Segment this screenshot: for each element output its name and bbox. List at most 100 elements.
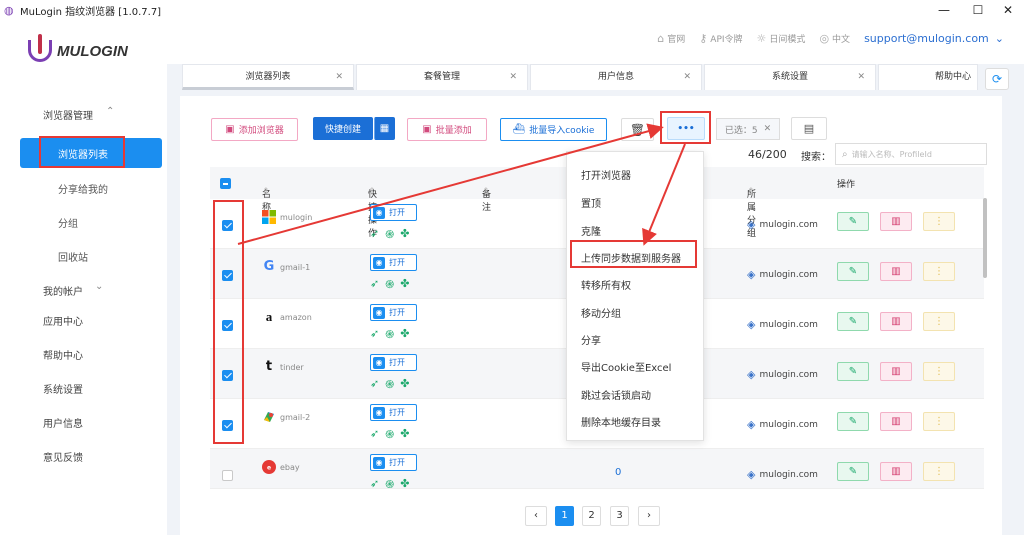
batch-add-button[interactable]: ▣ 批量添加 (407, 118, 487, 141)
add-browser-button[interactable]: ▣ 添加浏览器 (211, 118, 298, 141)
fingerprint-icon[interactable]: ֍ (385, 377, 394, 392)
sidebar-item-browser-management[interactable]: 浏览器管理 (43, 107, 93, 122)
open-browser-button[interactable]: ◉ 打开 (370, 304, 417, 321)
sidebar-item-groups[interactable]: 分组 (58, 215, 78, 230)
puzzle-icon[interactable]: ✤ (400, 327, 409, 342)
rocket-icon[interactable]: ➶ (370, 377, 379, 392)
rocket-icon[interactable]: ➶ (370, 227, 379, 242)
puzzle-icon[interactable]: ✤ (400, 277, 409, 292)
edit-button[interactable]: ✎ (837, 262, 869, 281)
quick-create-menu-button[interactable]: ▦ (374, 117, 395, 140)
sidebar-item-my-account[interactable]: 我的帐户 (43, 283, 83, 298)
tab-plan-management[interactable]: 套餐管理 ✕ (356, 64, 528, 90)
close-icon[interactable]: ✕ (335, 65, 343, 89)
chevron-down-icon[interactable]: ⌄ (995, 32, 1004, 45)
table-scrollbar[interactable] (983, 198, 987, 278)
fingerprint-icon[interactable]: ֍ (385, 427, 394, 442)
official-site-link[interactable]: ⌂ 官网 (657, 32, 685, 45)
page-1-button[interactable]: 1 (555, 506, 574, 526)
tab-user-info[interactable]: 用户信息 ✕ (530, 64, 702, 90)
next-page-button[interactable]: › (638, 506, 660, 526)
close-icon[interactable]: ✕ (509, 65, 517, 89)
sort-icon[interactable]: ⇕ (368, 187, 376, 197)
minimize-button[interactable]: — (926, 0, 962, 20)
row-more-button[interactable]: ⋮ (923, 312, 955, 331)
sidebar-item-app-center[interactable]: 应用中心 (43, 313, 83, 328)
delete-row-button[interactable]: ▥ (880, 212, 912, 231)
clear-selection-icon[interactable]: ✕ (764, 124, 772, 134)
day-mode-toggle[interactable]: ☼ 日间模式 (757, 32, 806, 45)
sidebar-item-recycle-bin[interactable]: 回收站 (58, 249, 88, 264)
menu-item-clone[interactable]: 克隆 (581, 223, 601, 238)
row-more-button[interactable]: ⋮ (923, 212, 955, 231)
menu-item-share[interactable]: 分享 (581, 332, 601, 347)
close-window-button[interactable]: ✕ (990, 0, 1024, 20)
account-email[interactable]: support@mulogin.com (864, 32, 989, 45)
puzzle-icon[interactable]: ✤ (400, 227, 409, 242)
delete-row-button[interactable]: ▥ (880, 312, 912, 331)
chevron-down-icon[interactable]: ⌄ (95, 281, 103, 292)
tab-browser-list[interactable]: 浏览器列表 ✕ (182, 64, 354, 90)
menu-item-open-browser[interactable]: 打开浏览器 (581, 167, 631, 182)
menu-item-transfer-ownership[interactable]: 转移所有权 (581, 277, 631, 292)
menu-item-export-cookie[interactable]: 导出Cookie至Excel (581, 359, 671, 374)
row-more-button[interactable]: ⋮ (923, 412, 955, 431)
refresh-icon[interactable]: ⟳ (985, 68, 1009, 90)
delete-row-button[interactable]: ▥ (880, 412, 912, 431)
page-2-button[interactable]: 2 (582, 506, 601, 526)
api-token-link[interactable]: ⚷ API令牌 (699, 32, 742, 45)
delete-row-button[interactable]: ▥ (880, 362, 912, 381)
sidebar-item-system-settings[interactable]: 系统设置 (43, 381, 83, 396)
close-icon[interactable]: ✕ (683, 65, 691, 89)
rocket-icon[interactable]: ➶ (370, 327, 379, 342)
fingerprint-icon[interactable]: ֍ (385, 477, 394, 488)
sort-icon[interactable]: ⇕ (262, 187, 270, 197)
search-input[interactable]: ⌕ 请输入名称、ProfileId (835, 143, 987, 165)
table-row[interactable]: e ebay ◉ 打开 ➶ ֍ ✤ 0 ◈ mulogin.com ✎ ▥ ⋮ (210, 449, 984, 489)
sidebar-item-shared[interactable]: 分享给我的 (58, 181, 108, 196)
rocket-icon[interactable]: ➶ (370, 427, 379, 442)
chevron-up-icon[interactable]: ⌃ (106, 106, 114, 117)
menu-item-move-group[interactable]: 移动分组 (581, 305, 621, 320)
fingerprint-icon[interactable]: ֍ (385, 227, 394, 242)
delete-row-button[interactable]: ▥ (880, 262, 912, 281)
delete-button[interactable]: 🗑 (621, 118, 654, 141)
delete-row-button[interactable]: ▥ (880, 462, 912, 481)
prev-page-button[interactable]: ‹ (525, 506, 547, 526)
sort-icon[interactable]: ⇕ (482, 187, 490, 197)
puzzle-icon[interactable]: ✤ (400, 477, 409, 488)
rocket-icon[interactable]: ➶ (370, 477, 379, 488)
sort-icon[interactable]: ⇕ (747, 187, 755, 197)
puzzle-icon[interactable]: ✤ (400, 377, 409, 392)
page-3-button[interactable]: 3 (610, 506, 629, 526)
fingerprint-icon[interactable]: ֍ (385, 327, 394, 342)
row-more-button[interactable]: ⋮ (923, 262, 955, 281)
row-more-button[interactable]: ⋮ (923, 462, 955, 481)
tab-help-center[interactable]: 帮助中心 (878, 64, 978, 90)
sidebar-item-feedback[interactable]: 意见反馈 (43, 449, 83, 464)
menu-item-pin-top[interactable]: 置顶 (581, 195, 601, 210)
edit-button[interactable]: ✎ (837, 462, 869, 481)
edit-button[interactable]: ✎ (837, 212, 869, 231)
menu-item-delete-cache[interactable]: 删除本地缓存目录 (581, 414, 661, 429)
menu-item-skip-session-lock[interactable]: 跳过会话锁启动 (581, 387, 651, 402)
import-cookie-button[interactable]: ⛴ 批量导入cookie (500, 118, 607, 141)
rocket-icon[interactable]: ➶ (370, 277, 379, 292)
row-checkbox[interactable] (222, 470, 233, 481)
open-browser-button[interactable]: ◉ 打开 (370, 204, 417, 221)
select-all-checkbox[interactable] (220, 178, 231, 189)
puzzle-icon[interactable]: ✤ (400, 427, 409, 442)
open-browser-button[interactable]: ◉ 打开 (370, 454, 417, 471)
language-switch[interactable]: ◎ 中文 (819, 32, 850, 45)
open-browser-button[interactable]: ◉ 打开 (370, 254, 417, 271)
row-more-button[interactable]: ⋮ (923, 362, 955, 381)
edit-button[interactable]: ✎ (837, 312, 869, 331)
close-icon[interactable]: ✕ (857, 65, 865, 89)
edit-button[interactable]: ✎ (837, 412, 869, 431)
save-button[interactable]: ▤ (791, 117, 827, 140)
tab-system-settings[interactable]: 系统设置 ✕ (704, 64, 876, 90)
open-browser-button[interactable]: ◉ 打开 (370, 354, 417, 371)
edit-button[interactable]: ✎ (837, 362, 869, 381)
sidebar-item-help-center[interactable]: 帮助中心 (43, 347, 83, 362)
quick-create-button[interactable]: 快捷创建 (313, 117, 373, 140)
